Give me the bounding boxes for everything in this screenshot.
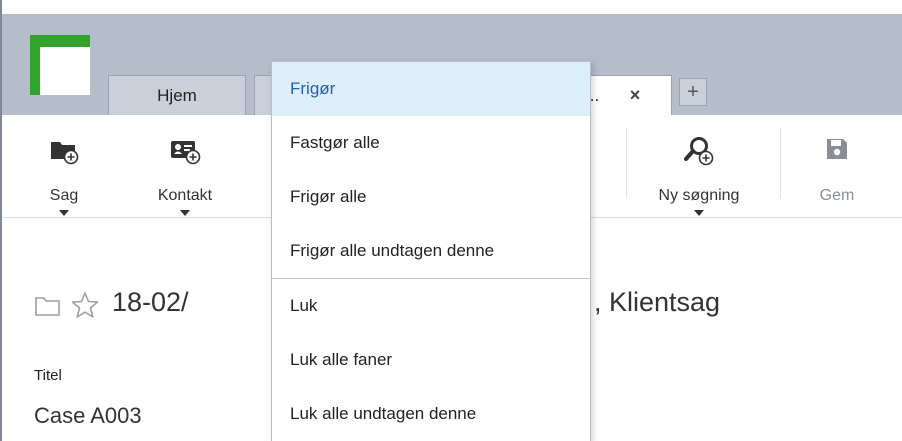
star-icon[interactable] [70,290,100,325]
tab-context-menu: Frigør Fastgør alle Frigør alle Frigør a… [271,61,591,441]
window-top [0,0,902,14]
title-field-label: Titel [34,367,62,384]
menu-item-unpin-all-except-this[interactable]: Frigør alle undtagen denne [272,224,590,278]
title-field-value: Case A003 [34,403,142,428]
new-case-label: Sag [49,187,79,204]
save-icon [823,135,851,168]
contact-card-add-icon [169,135,201,170]
new-contact-label: Kontakt [157,187,213,204]
tab-home[interactable]: Hjem [108,75,246,115]
menu-item-pin-all[interactable]: Fastgør alle [272,116,590,170]
menu-item-close[interactable]: Luk [272,279,590,333]
chevron-down-icon [180,210,190,216]
menu-item-close-all-except-this[interactable]: Luk alle undtagen denne [272,387,590,441]
add-tab-button[interactable]: + [679,78,707,106]
save-label: Gem [819,187,855,204]
new-search-button[interactable]: Ny søgning [640,115,758,217]
chevron-down-icon [694,210,704,216]
case-title-suffix: , Klientsag [594,287,721,317]
search-add-icon [683,135,715,172]
app-logo-inner [40,47,90,95]
folder-icon [34,294,62,323]
app-window: Hjem ... × + Sag Kontakt Ny søgning Gem … [0,0,902,441]
menu-item-close-all-tabs[interactable]: Luk alle faner [272,333,590,387]
menu-item-unpin[interactable]: Frigør [272,62,590,116]
new-search-label: Ny søgning [658,187,740,204]
new-contact-button[interactable]: Kontakt [138,115,232,217]
save-button[interactable]: Gem [800,115,874,217]
new-case-button[interactable]: Sag [35,115,93,217]
chevron-down-icon [59,210,69,216]
ribbon-separator [780,128,781,198]
tab-close-icon[interactable]: × [624,75,646,115]
ribbon-separator [626,128,627,198]
window-border [0,0,2,441]
folder-add-icon [49,135,79,170]
menu-item-unpin-all[interactable]: Frigør alle [272,170,590,224]
case-title: 18-02/ [112,287,189,317]
